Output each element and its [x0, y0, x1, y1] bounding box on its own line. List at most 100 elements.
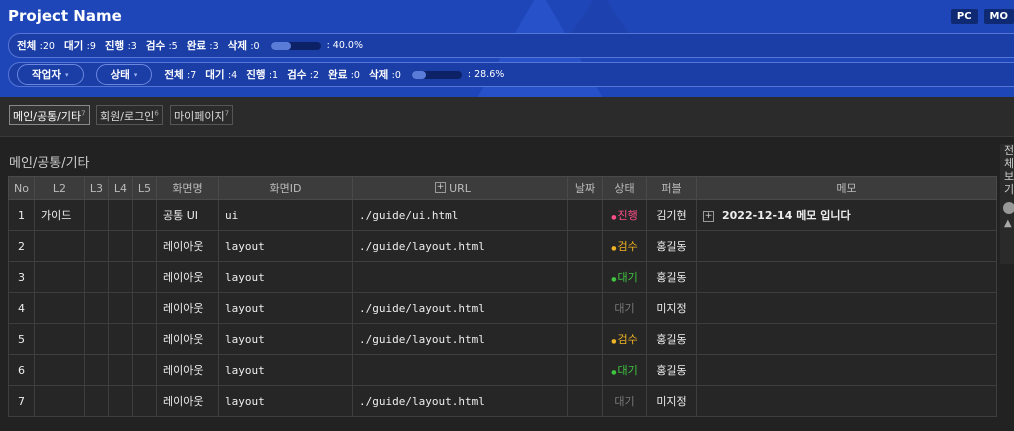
row-url[interactable]: [352, 354, 568, 386]
table-row[interactable]: 6 레이아웃 layout ●대기 홍길동: [8, 354, 997, 386]
tab-main[interactable]: 메인/공통/기타7: [9, 105, 90, 125]
mo-button[interactable]: MO: [983, 9, 1014, 24]
row-no: 7: [8, 385, 35, 417]
stat-label: 전체: [164, 69, 184, 81]
stat-item[interactable]: 삭제 :0: [369, 67, 401, 82]
row-url[interactable]: ./guide/layout.html: [352, 385, 568, 417]
row-publisher[interactable]: 김기현: [646, 199, 697, 231]
row-l4: [108, 323, 133, 355]
table-row[interactable]: 3 레이아웃 layout ●대기 홍길동: [8, 261, 997, 293]
stat-item[interactable]: 전체 :7: [164, 67, 196, 82]
stat-label: 대기: [205, 69, 225, 81]
row-publisher[interactable]: 홍길동: [646, 354, 697, 386]
status-label: 검수: [617, 333, 638, 346]
row-url[interactable]: ./guide/layout.html: [352, 230, 568, 262]
row-memo[interactable]: [696, 292, 997, 324]
row-memo[interactable]: [696, 385, 997, 417]
row-l5: [132, 385, 157, 417]
pc-button[interactable]: PC: [950, 9, 978, 24]
row-l4: [108, 261, 133, 293]
memo-text: 2022-12-14 메모 입니다: [722, 209, 851, 222]
stat-item[interactable]: 완료 :3: [187, 38, 219, 53]
row-date: [567, 292, 603, 324]
stat-item[interactable]: 진행 :1: [246, 67, 278, 82]
row-url[interactable]: ./guide/layout.html: [352, 323, 568, 355]
row-status[interactable]: ●진행: [602, 199, 647, 231]
tab-member[interactable]: 회원/로그인6: [96, 105, 163, 125]
row-publisher[interactable]: 홍길동: [646, 261, 697, 293]
row-memo[interactable]: [696, 323, 997, 355]
table-row[interactable]: 5 레이아웃 layout ./guide/layout.html ●검수 홍길동: [8, 323, 997, 355]
col-l4[interactable]: L4: [108, 176, 133, 200]
stat-label: 진행: [104, 40, 125, 52]
row-date: [567, 323, 603, 355]
table-header-row: No L2 L3 L4 L5 화면명 화면ID URL 날짜 상태 퍼블 + 메…: [8, 176, 997, 200]
row-status[interactable]: 대기: [602, 385, 647, 417]
device-toggle: PC MO: [950, 9, 1014, 24]
row-publisher[interactable]: 미지정: [646, 385, 697, 417]
table-row[interactable]: 1 가이드 공통 UI ui ./guide/ui.html ●진행 김기현 +2022-12…: [8, 199, 997, 231]
stat-item[interactable]: 삭제 :0: [228, 38, 260, 53]
stat-item[interactable]: 대기 :9: [64, 38, 96, 53]
row-memo[interactable]: [696, 354, 997, 386]
stat-item[interactable]: 전체 :20: [17, 38, 55, 53]
col-status[interactable]: 상태: [602, 176, 647, 200]
stat-value: :5: [168, 41, 178, 52]
progress-percent: : 28.6%: [467, 69, 505, 80]
add-memo-icon[interactable]: +: [703, 210, 714, 222]
row-publisher[interactable]: 미지정: [646, 292, 697, 324]
row-status[interactable]: ●검수: [602, 323, 647, 355]
row-l3: [84, 261, 109, 293]
col-url[interactable]: URL: [352, 176, 568, 200]
col-l3[interactable]: L3: [84, 176, 109, 200]
row-l3: [84, 292, 109, 324]
filter-stats: 작업자 ▾ 상태 ▾ 전체 :7 대기 :4 진행 :1 검수 :2 완료 :0 삭제 :…: [8, 62, 1014, 87]
status-filter-button[interactable]: 상태 ▾: [95, 64, 153, 85]
col-l5[interactable]: L5: [132, 176, 157, 200]
row-publisher[interactable]: 홍길동: [646, 323, 697, 355]
progress-fill: [270, 41, 291, 50]
progress-fill: [411, 70, 427, 79]
stat-item[interactable]: 검수 :2: [287, 67, 319, 82]
stat-value: :9: [86, 41, 96, 52]
row-status[interactable]: 대기: [602, 292, 647, 324]
stat-item[interactable]: 검수 :5: [146, 38, 178, 53]
col-no[interactable]: No: [8, 176, 35, 200]
screen-list-table: No L2 L3 L4 L5 화면명 화면ID URL 날짜 상태 퍼블 + 메…: [8, 176, 997, 417]
row-url[interactable]: [352, 261, 568, 293]
row-status[interactable]: ●대기: [602, 354, 647, 386]
stat-item[interactable]: 대기 :4: [205, 67, 237, 82]
col-screen-id[interactable]: 화면ID: [218, 176, 353, 200]
table-row[interactable]: 7 레이아웃 layout ./guide/layout.html 대기 미지정: [8, 385, 997, 417]
settings-icon[interactable]: [1003, 202, 1014, 214]
row-l3: [84, 354, 109, 386]
stat-item[interactable]: 진행 :3: [105, 38, 137, 53]
stat-value: :4: [227, 70, 238, 81]
view-all-toggle[interactable]: 전체보기: [1004, 144, 1014, 196]
table-row[interactable]: 2 레이아웃 layout ./guide/layout.html ●검수 홍길동: [8, 230, 997, 262]
tab-label: 메인/공통/기타: [13, 110, 82, 123]
row-status[interactable]: ●대기: [602, 261, 647, 293]
row-url[interactable]: ./guide/layout.html: [352, 292, 568, 324]
row-memo[interactable]: +2022-12-14 메모 입니다: [696, 199, 997, 231]
stat-item[interactable]: 완료 :0: [328, 67, 360, 82]
row-memo[interactable]: [696, 261, 997, 293]
row-status[interactable]: ●검수: [602, 230, 647, 262]
worker-filter-button[interactable]: 작업자 ▾: [17, 64, 84, 85]
col-publisher[interactable]: 퍼블: [646, 176, 697, 200]
tab-mypage[interactable]: 마이페이지7: [170, 105, 234, 125]
row-url[interactable]: ./guide/ui.html: [352, 199, 568, 231]
col-screen-name[interactable]: 화면명: [156, 176, 219, 200]
col-l2[interactable]: L2: [34, 176, 85, 200]
category-tabs: 메인/공통/기타7 회원/로그인6 마이페이지7: [0, 97, 1014, 137]
status-label: 대기: [614, 302, 635, 315]
row-no: 4: [8, 292, 35, 324]
row-screen-name: 레이아웃: [156, 323, 219, 355]
row-memo[interactable]: [696, 230, 997, 262]
add-memo-icon[interactable]: +: [435, 182, 446, 193]
row-l4: [108, 354, 133, 386]
col-date[interactable]: 날짜: [567, 176, 603, 200]
table-row[interactable]: 4 레이아웃 layout ./guide/layout.html 대기 미지정: [8, 292, 997, 324]
row-publisher[interactable]: 홍길동: [646, 230, 697, 262]
scroll-top-icon[interactable]: ▲: [1004, 218, 1014, 229]
